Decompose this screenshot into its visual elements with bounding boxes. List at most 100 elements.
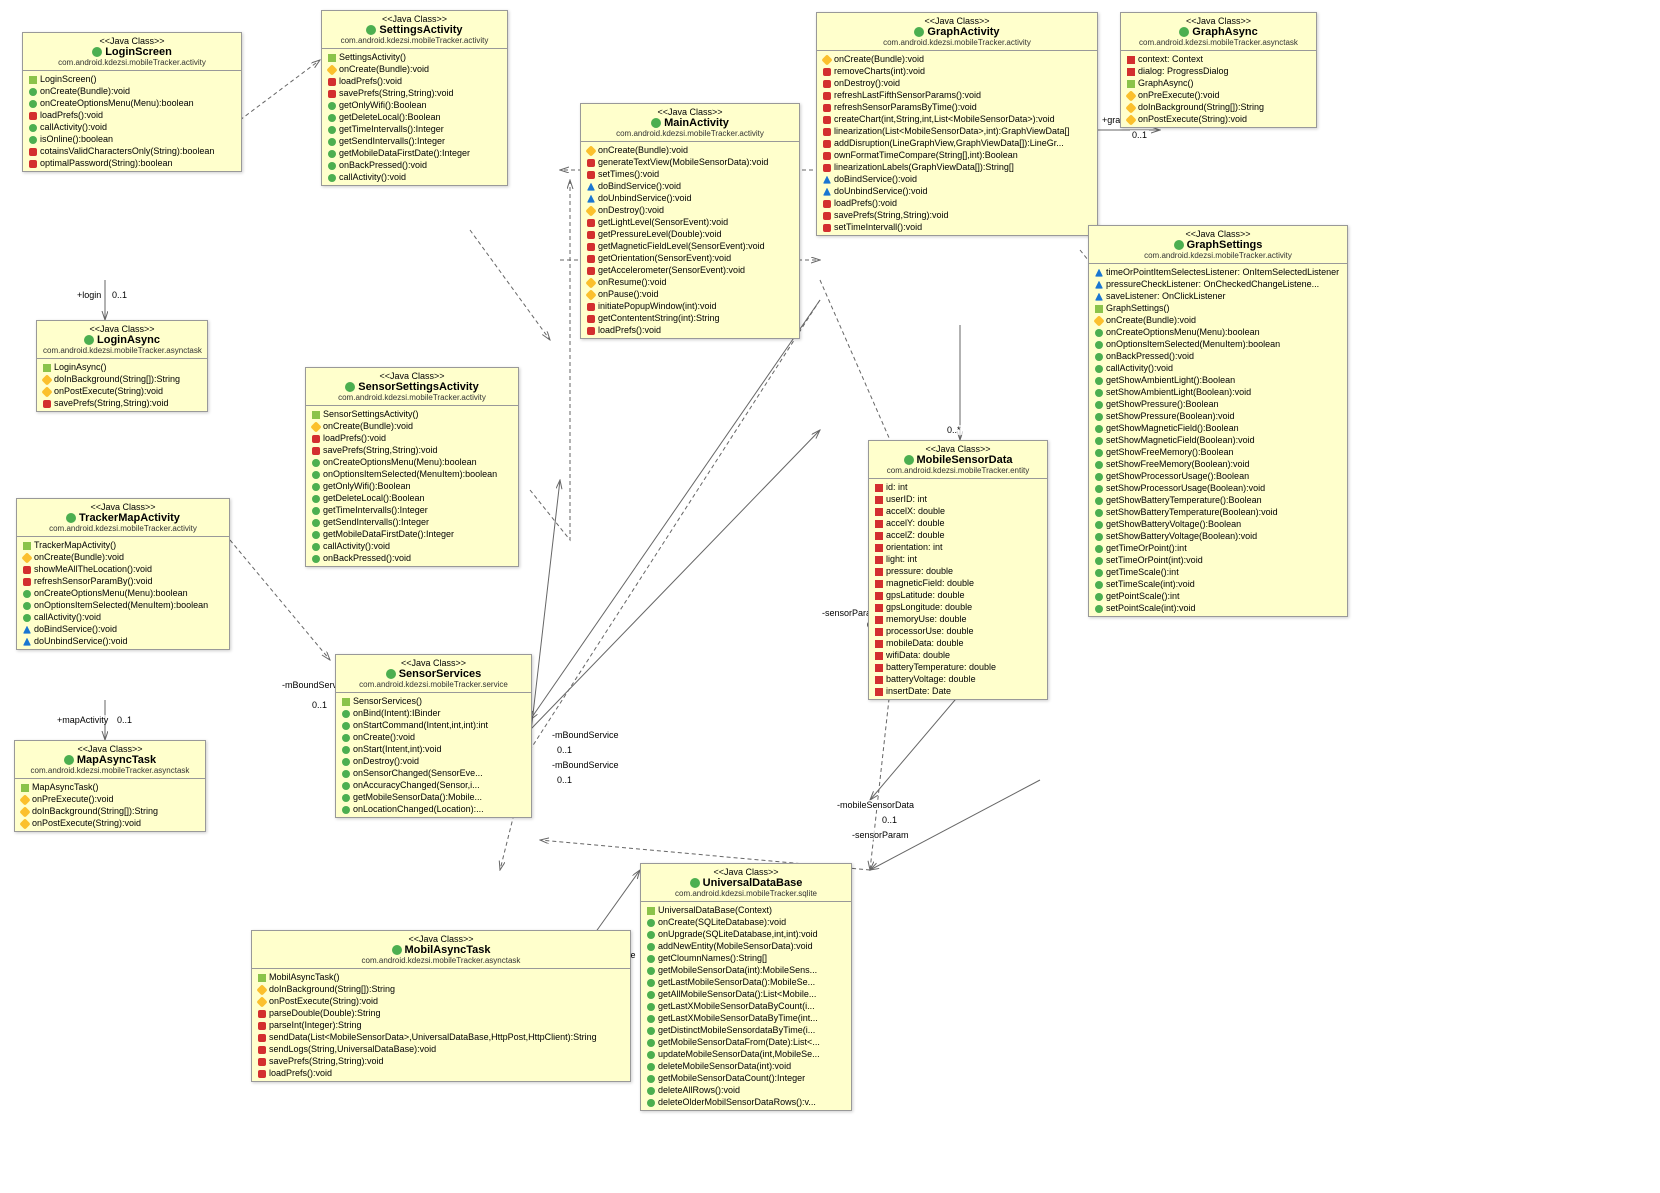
member: deleteOlderMobilSensorDataRows():v...: [645, 1096, 847, 1108]
member: addDisruption(LineGraphView,GraphViewDat…: [821, 137, 1093, 149]
member: insertDate: Date: [873, 685, 1043, 697]
member: onCreate(Bundle):void: [821, 53, 1093, 65]
label-mapactivity: +mapActivity: [55, 715, 110, 725]
label-01i: 0..1: [1130, 130, 1149, 140]
member: getMobileSensorData():Mobile...: [340, 791, 527, 803]
member: getDistinctMobileSensordataByTime(i...: [645, 1024, 847, 1036]
member: getContententString(int):String: [585, 312, 795, 324]
class-loginasync: <<Java Class>>LoginAsynccom.android.kdez…: [36, 320, 208, 412]
member: isOnline():boolean: [27, 133, 237, 145]
member: doUnbindService():void: [821, 185, 1093, 197]
class-settingsactivity: <<Java Class>>SettingsActivitycom.androi…: [321, 10, 508, 186]
member: setTimeIntervall():void: [821, 221, 1093, 233]
member: generateTextView(MobileSensorData):void: [585, 156, 795, 168]
member: onBackPressed():void: [1093, 350, 1343, 362]
member: setShowBatteryVoltage(Boolean):void: [1093, 530, 1343, 542]
member: onDestroy():void: [340, 755, 527, 767]
member: savePrefs(String,String):void: [41, 397, 203, 409]
member: getTimeIntervalls():Integer: [310, 504, 514, 516]
member: cotainsValidCharactersOnly(String):boole…: [27, 145, 237, 157]
member: light: int: [873, 553, 1043, 565]
member: optimalPassword(String):boolean: [27, 157, 237, 169]
member: setShowAmbientLight(Boolean):void: [1093, 386, 1343, 398]
member: sendData(List<MobileSensorData>,Universa…: [256, 1031, 626, 1043]
member: onBackPressed():void: [326, 159, 503, 171]
label-01e: 0..1: [555, 775, 574, 785]
member: doBindService():void: [585, 180, 795, 192]
member: removeCharts(int):void: [821, 65, 1093, 77]
member: orientation: int: [873, 541, 1043, 553]
member: loadPrefs():void: [585, 324, 795, 336]
member: setPointScale(int):void: [1093, 602, 1343, 614]
member: processorUse: double: [873, 625, 1043, 637]
member: getMobileSensorDataFrom(Date):List<...: [645, 1036, 847, 1048]
member: doInBackground(String[]):String: [256, 983, 626, 995]
class-graphasync: <<Java Class>>GraphAsynccom.android.kdez…: [1120, 12, 1317, 128]
member: MapAsyncTask(): [19, 781, 201, 793]
member: getShowBatteryTemperature():Boolean: [1093, 494, 1343, 506]
member: pressureCheckListener: OnCheckedChangeLi…: [1093, 278, 1343, 290]
member: TrackerMapActivity(): [21, 539, 225, 551]
member: getTimeScale():int: [1093, 566, 1343, 578]
member: addNewEntity(MobileSensorData):void: [645, 940, 847, 952]
member: getPointScale():int: [1093, 590, 1343, 602]
label-mbound2: -mBoundService: [550, 730, 621, 740]
member: context: Context: [1125, 53, 1312, 65]
member: callActivity():void: [1093, 362, 1343, 374]
member: accelX: double: [873, 505, 1043, 517]
member: doInBackground(String[]):String: [19, 805, 201, 817]
class-graphsettings: <<Java Class>>GraphSettingscom.android.k…: [1088, 225, 1348, 617]
member: getMobileSensorData(int):MobileSens...: [645, 964, 847, 976]
member: setShowMagneticField(Boolean):void: [1093, 434, 1343, 446]
member: refreshSensorParamBy():void: [21, 575, 225, 587]
member: onCreate(Bundle):void: [27, 85, 237, 97]
member: createChart(int,String,int,List<MobileSe…: [821, 113, 1093, 125]
member: onCreateOptionsMenu(Menu):boolean: [1093, 326, 1343, 338]
member: getPressureLevel(Double):void: [585, 228, 795, 240]
member: onStartCommand(Intent,int,int):int: [340, 719, 527, 731]
member: onCreateOptionsMenu(Menu):boolean: [310, 456, 514, 468]
member: getShowAmbientLight():Boolean: [1093, 374, 1343, 386]
member: getAccelerometer(SensorEvent):void: [585, 264, 795, 276]
member: initiatePopupWindow(int):void: [585, 300, 795, 312]
member: callActivity():void: [310, 540, 514, 552]
member: getShowFreeMemory():Boolean: [1093, 446, 1343, 458]
class-mobilasynctask: <<Java Class>>MobilAsyncTaskcom.android.…: [251, 930, 631, 1082]
member: doBindService():void: [821, 173, 1093, 185]
label-01d: 0..1: [555, 745, 574, 755]
member: getMagneticFieldLevel(SensorEvent):void: [585, 240, 795, 252]
member: LoginScreen(): [27, 73, 237, 85]
member: loadPrefs():void: [310, 432, 514, 444]
member: onDestroy():void: [585, 204, 795, 216]
member: doUnbindService():void: [21, 635, 225, 647]
label-01: 0..1: [110, 290, 129, 300]
member: getShowBatteryVoltage():Boolean: [1093, 518, 1343, 530]
member: SettingsActivity(): [326, 51, 503, 63]
member: onAccuracyChanged(Sensor,i...: [340, 779, 527, 791]
label-01h: 0..1: [880, 815, 899, 825]
member: wifiData: double: [873, 649, 1043, 661]
member: getOrientation(SensorEvent):void: [585, 252, 795, 264]
member: onPreExecute():void: [19, 793, 201, 805]
member: savePrefs(String,String):void: [310, 444, 514, 456]
member: batteryTemperature: double: [873, 661, 1043, 673]
label-sp2: -sensorParam: [850, 830, 911, 840]
member: GraphAsync(): [1125, 77, 1312, 89]
member: getLastXMobileSensorDataByCount(i...: [645, 1000, 847, 1012]
member: getMobileDataFirstDate():Integer: [326, 147, 503, 159]
member: savePrefs(String,String):void: [256, 1055, 626, 1067]
member: onLocationChanged(Location):...: [340, 803, 527, 815]
member: getDeleteLocal():Boolean: [326, 111, 503, 123]
member: setTimeScale(int):void: [1093, 578, 1343, 590]
class-loginscreen: <<Java Class>>LoginScreencom.android.kde…: [22, 32, 242, 172]
member: loadPrefs():void: [821, 197, 1093, 209]
member: updateMobileSensorData(int,MobileSe...: [645, 1048, 847, 1060]
member: onCreate(Bundle):void: [21, 551, 225, 563]
member: showMeAllTheLocation():void: [21, 563, 225, 575]
label-msd: -mobileSensorData: [835, 800, 916, 810]
class-trackermapactivity: <<Java Class>>TrackerMapActivitycom.andr…: [16, 498, 230, 650]
member: getSendIntervalls():Integer: [326, 135, 503, 147]
member: parseInt(Integer):String: [256, 1019, 626, 1031]
member: onCreateOptionsMenu(Menu):boolean: [21, 587, 225, 599]
member: LoginAsync(): [41, 361, 203, 373]
